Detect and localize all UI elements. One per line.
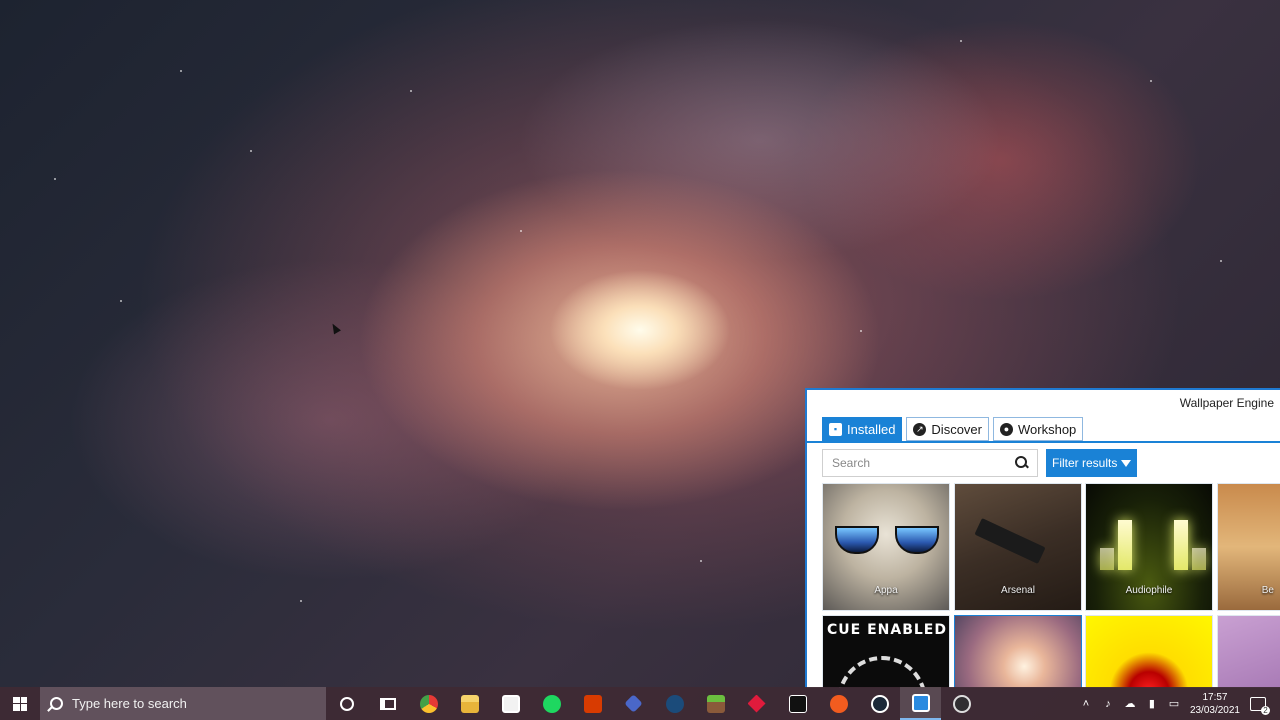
system-tray: ˄ ♪ ☁ ▮ ▭ 17:57 23/03/2021 — [1080, 687, 1280, 720]
network-icon[interactable]: ▭ — [1168, 698, 1180, 710]
steam-icon[interactable] — [654, 687, 695, 720]
tab-underline — [807, 441, 1280, 443]
wallpaper-tile-yellow[interactable] — [1085, 615, 1213, 688]
cue-enabled-text: CUE ENABLED — [827, 622, 947, 638]
wallpaper-tile-cue[interactable]: CUE ENABLED — [822, 615, 950, 688]
cloud-icon[interactable]: ☁ — [1124, 698, 1136, 710]
clock-date: 23/03/2021 — [1189, 704, 1240, 716]
tab-bar: ▪ Installed ↗ Discover ● Workshop — [822, 417, 1084, 441]
mw-icon[interactable] — [777, 687, 818, 720]
notification-icon[interactable] — [1250, 696, 1270, 715]
wallpaper-engine-icon[interactable] — [900, 687, 941, 720]
chevron-up-icon[interactable]: ˄ — [1080, 698, 1092, 710]
tile-label: Arsenal — [1001, 585, 1035, 596]
wallpaper-tile-beach[interactable]: Be — [1217, 483, 1280, 611]
tab-workshop-label: Workshop — [1018, 421, 1077, 437]
spotify-icon[interactable] — [531, 687, 572, 720]
app-icon[interactable] — [818, 687, 859, 720]
filter-results-button[interactable]: Filter results — [1046, 449, 1138, 477]
app-icon[interactable] — [613, 687, 654, 720]
app-icon[interactable] — [736, 687, 777, 720]
start-button[interactable] — [0, 687, 40, 720]
tab-discover[interactable]: ↗ Discover — [906, 417, 989, 441]
tile-label: Be — [1261, 585, 1274, 596]
wallpaper-engine-window[interactable]: Wallpaper Engine ▪ Installed ↗ Discover … — [805, 388, 1280, 688]
clock-time: 17:57 — [1202, 691, 1228, 703]
tab-installed[interactable]: ▪ Installed — [822, 417, 903, 441]
search-icon — [50, 697, 63, 710]
wallpaper-tile-purple[interactable] — [1217, 615, 1280, 688]
compass-icon: ↗ — [913, 422, 927, 436]
wallpaper-tile-galaxy[interactable] — [954, 615, 1082, 688]
file-explorer-icon[interactable] — [449, 687, 490, 720]
filter-results-label: Filter results — [1052, 456, 1118, 470]
steam-icon[interactable] — [859, 687, 900, 720]
wallpaper-tile-appa[interactable]: Appa — [822, 483, 950, 611]
task-view-icon[interactable] — [367, 687, 408, 720]
clock[interactable]: 17:57 23/03/2021 — [1190, 691, 1240, 717]
pistol-image — [974, 518, 1046, 564]
taskbar: Type here to search ˄ ♪ ☁ ▮ ▭ 17:57 23/0… — [0, 687, 1280, 720]
search-box[interactable] — [822, 449, 1038, 477]
save-icon: ▪ — [829, 422, 842, 436]
sunglasses-image — [835, 526, 939, 556]
tab-installed-label: Installed — [847, 421, 896, 437]
cortana-icon[interactable] — [326, 687, 367, 720]
store-icon[interactable] — [490, 687, 531, 720]
tab-discover-label: Discover — [931, 421, 982, 437]
tile-label: Appa — [874, 585, 898, 596]
steam-icon: ● — [1000, 422, 1013, 436]
filter-icon — [1121, 459, 1132, 467]
wallpaper-tile-arsenal[interactable]: Arsenal — [954, 483, 1082, 611]
tile-label: Audiophile — [1125, 585, 1173, 596]
search-icon[interactable] — [1011, 452, 1033, 474]
taskbar-search-box[interactable]: Type here to search — [40, 687, 326, 720]
obs-icon[interactable] — [941, 687, 982, 720]
office-icon[interactable] — [572, 687, 613, 720]
chrome-icon[interactable] — [408, 687, 449, 720]
ring-graphic — [837, 656, 927, 688]
minecraft-icon[interactable] — [695, 687, 736, 720]
taskbar-search-placeholder: Type here to search — [72, 696, 187, 711]
taskbar-apps — [326, 687, 982, 720]
window-title: Wallpaper Engine — [1179, 396, 1274, 410]
windows-icon — [13, 696, 27, 711]
wallpaper-tile-audiophile[interactable]: Audiophile — [1085, 483, 1213, 611]
search-input[interactable] — [823, 450, 1011, 476]
volume-icon[interactable]: ♪ — [1102, 698, 1114, 710]
mouse-cursor — [329, 321, 341, 335]
microphone-icon[interactable]: ▮ — [1146, 698, 1158, 710]
tab-workshop[interactable]: ● Workshop — [993, 417, 1084, 441]
